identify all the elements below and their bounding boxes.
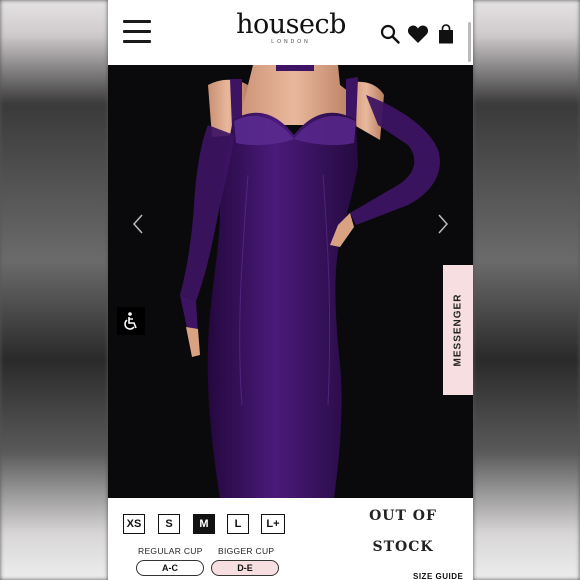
cup-option-a-c[interactable]: A-C xyxy=(136,560,204,576)
blurred-background-right xyxy=(473,0,580,580)
brand-logo[interactable]: housecb LONDON xyxy=(226,9,356,46)
regular-cup-label: REGULAR CUP xyxy=(138,546,203,556)
bigger-cup-label: BIGGER CUP xyxy=(218,546,275,556)
accessibility-button[interactable] xyxy=(117,307,145,335)
size-option-l[interactable]: L xyxy=(227,514,249,534)
menu-icon[interactable] xyxy=(123,20,151,44)
size-guide-link[interactable]: SIZE GUIDE xyxy=(413,572,463,580)
cup-option-d-e[interactable]: D-E xyxy=(211,560,279,576)
size-option-l-plus[interactable]: L+ xyxy=(261,514,285,534)
phone-screen: housecb LONDON MESSENGER XS S M L L+ REG… xyxy=(108,0,473,580)
wheelchair-icon xyxy=(124,312,137,330)
dress-photo xyxy=(108,65,473,498)
search-icon[interactable] xyxy=(380,24,400,44)
size-option-xs[interactable]: XS xyxy=(123,514,145,534)
out-of-stock-line2: STOCK xyxy=(372,539,434,555)
size-option-m[interactable]: M xyxy=(193,514,215,534)
chevron-right-icon[interactable] xyxy=(435,213,451,235)
heart-icon[interactable] xyxy=(407,24,429,44)
product-options: XS S M L L+ REGULAR CUP BIGGER CUP A-C D… xyxy=(108,498,473,580)
scrollbar[interactable] xyxy=(468,22,471,62)
messenger-label: MESSENGER xyxy=(452,293,464,367)
blurred-background-left xyxy=(0,0,108,580)
size-option-s[interactable]: S xyxy=(158,514,180,534)
out-of-stock-line1: OUT OF xyxy=(369,508,437,524)
brand-logo-wordmark: housecb xyxy=(236,9,346,40)
messenger-tab[interactable]: MESSENGER xyxy=(443,265,473,395)
chevron-left-icon[interactable] xyxy=(130,213,146,235)
site-header: housecb LONDON xyxy=(108,0,473,65)
product-image: MESSENGER xyxy=(108,65,473,498)
bag-icon[interactable] xyxy=(437,24,455,44)
